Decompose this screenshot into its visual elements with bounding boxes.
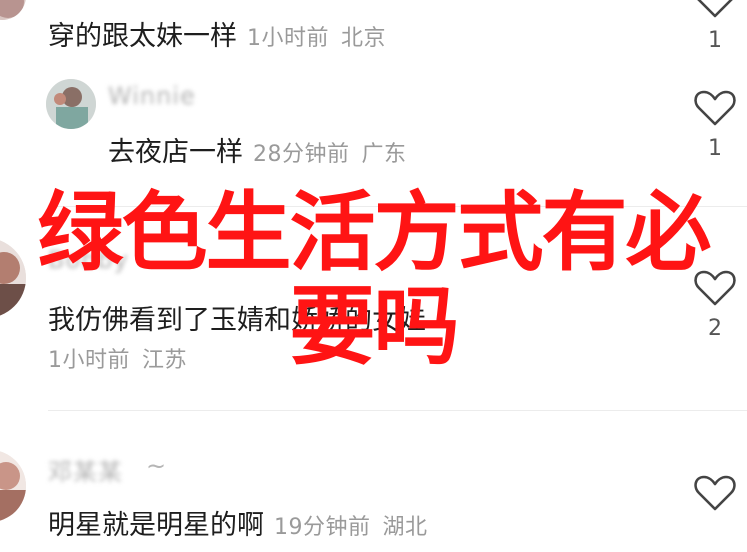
like-count: 1	[708, 28, 722, 53]
like-button[interactable]	[693, 473, 737, 513]
comment-body: 穿的跟太妹一样	[48, 21, 237, 52]
divider	[48, 206, 747, 207]
avatar[interactable]	[0, 238, 26, 318]
comment-location: 江苏	[142, 348, 188, 373]
comment-text: 明星就是明星的啊 19分钟前 湖北	[48, 503, 428, 542]
like-button[interactable]: 2	[693, 268, 737, 341]
comment-location: 北京	[341, 26, 387, 51]
divider	[48, 410, 747, 411]
avatar[interactable]	[46, 79, 96, 129]
comment-time: 1小时前	[48, 348, 130, 373]
like-count: 1	[708, 136, 722, 161]
comment-text: 我仿佛看到了玉婧和娇娇的女娃	[48, 298, 426, 337]
comment-text: 去夜店一样 28分钟前 广东	[108, 130, 407, 169]
username[interactable]: 邓某某	[48, 452, 123, 487]
like-button[interactable]: 1	[693, 0, 737, 53]
comment-text: 穿的跟太妹一样 1小时前 北京	[48, 14, 386, 53]
heart-icon	[694, 90, 736, 126]
heart-icon	[694, 270, 736, 306]
comment-body: 去夜店一样	[108, 137, 243, 168]
comment-feed: 穿的跟太妹一样 1小时前 北京 1 Winnie 去夜店一样 28分钟前 广东 1	[0, 0, 747, 552]
username[interactable]: Bobby	[48, 246, 129, 274]
comment-meta: 19分钟前 湖北	[274, 515, 428, 540]
avatar[interactable]	[0, 450, 26, 522]
heart-icon	[694, 475, 736, 511]
username[interactable]: Winnie	[108, 82, 196, 110]
comment-body: 明星就是明星的啊	[48, 510, 264, 541]
comment-body: 我仿佛看到了玉婧和娇娇的女娃	[48, 305, 426, 336]
comment-meta: 1小时前 北京	[247, 26, 386, 51]
like-button[interactable]: 1	[693, 88, 737, 161]
comment-meta: 28分钟前 广东	[253, 142, 407, 167]
comment-time: 1小时前	[247, 26, 329, 51]
like-count: 2	[708, 316, 722, 341]
username-suffix: ~	[146, 452, 167, 480]
comment-time: 28分钟前	[253, 142, 350, 167]
avatar[interactable]	[0, 0, 26, 20]
comment-location: 广东	[361, 142, 407, 167]
comment-meta: 1小时前 江苏	[48, 342, 187, 374]
comment-time: 19分钟前	[274, 515, 371, 540]
comment-location: 湖北	[382, 515, 428, 540]
heart-icon	[697, 0, 733, 18]
